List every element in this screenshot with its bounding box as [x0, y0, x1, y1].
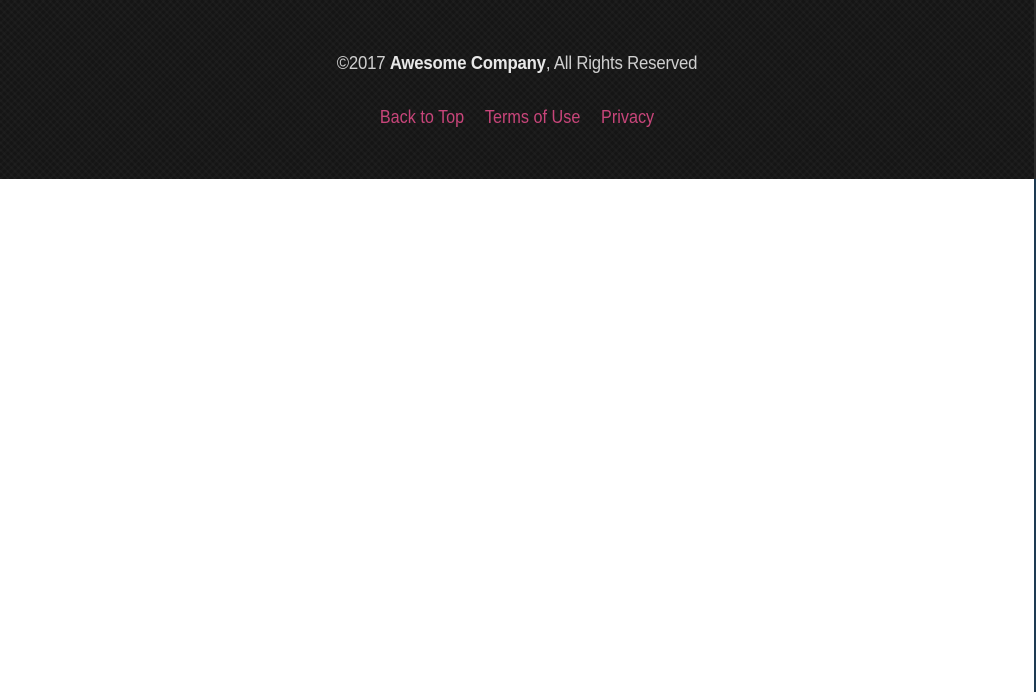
copyright-suffix: , All Rights Reserved [545, 53, 698, 73]
copyright-notice: ©2017 Awesome Company, All Rights Reserv… [36, 52, 998, 74]
company-name: Awesome Company [389, 53, 546, 73]
page: ©2017 Awesome Company, All Rights Reserv… [0, 0, 1036, 692]
copyright-prefix: ©2017 [336, 53, 390, 73]
privacy-link[interactable]: Privacy [601, 107, 654, 127]
site-footer: ©2017 Awesome Company, All Rights Reserv… [0, 0, 1034, 179]
footer-links: Back to Top Terms of Use Privacy [52, 106, 983, 128]
terms-of-use-link[interactable]: Terms of Use [485, 107, 580, 127]
back-to-top-link[interactable]: Back to Top [380, 107, 464, 127]
